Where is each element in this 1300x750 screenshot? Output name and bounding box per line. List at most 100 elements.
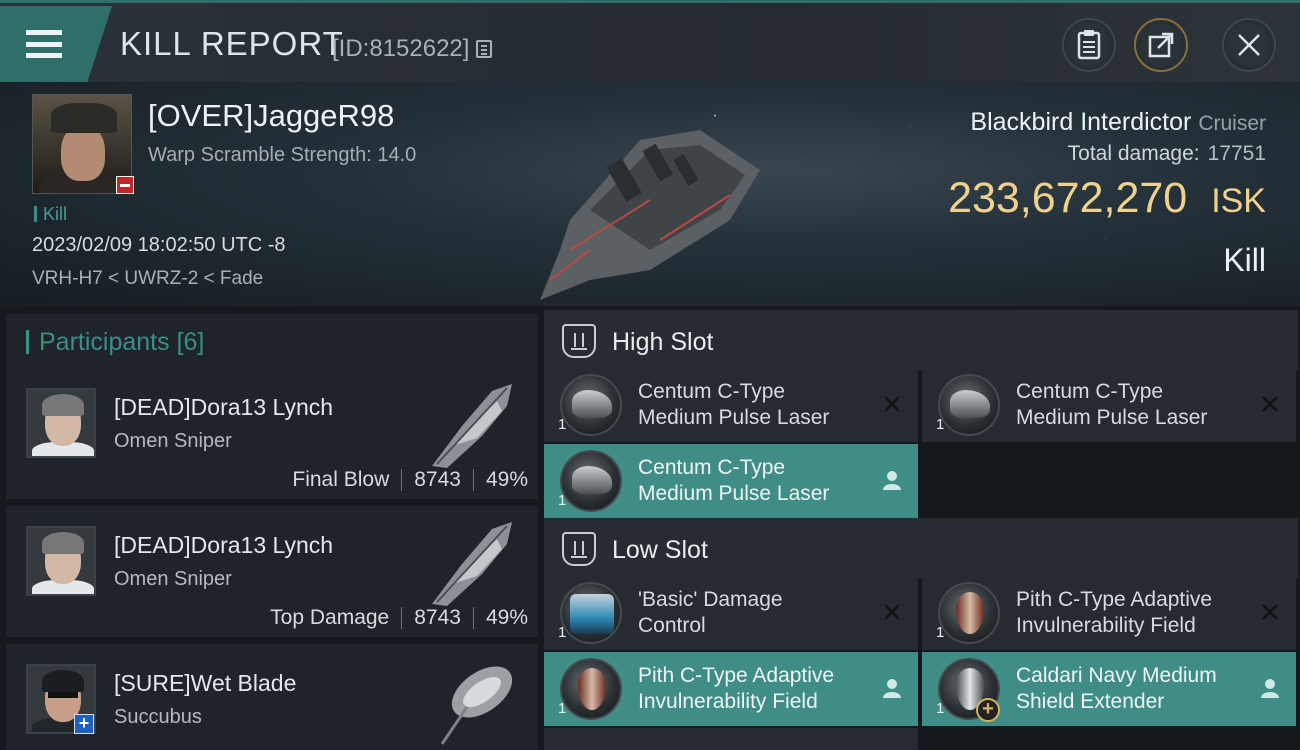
participants-panel: Participants [6] [DEAD]Dora13 Lynch Omen… xyxy=(0,306,540,750)
victim-ship-name[interactable]: Blackbird Interdictor Cruiser xyxy=(970,108,1266,137)
module-item[interactable] xyxy=(544,728,918,750)
participant-percent: 49% xyxy=(485,606,528,629)
participant-damage: 8743 xyxy=(414,606,461,629)
pulse-laser-icon xyxy=(938,374,1000,436)
low-slot-label: Low Slot xyxy=(612,536,708,564)
menu-button[interactable] xyxy=(0,6,112,82)
damage-control-icon xyxy=(560,582,622,644)
clipboard-button[interactable] xyxy=(1062,18,1116,72)
report-id-text: [ID:8152622] xyxy=(332,35,470,62)
pulse-laser-icon xyxy=(560,450,622,512)
participants-label: Participants [6] xyxy=(26,328,205,356)
close-button[interactable] xyxy=(1222,18,1276,72)
module-qty: 1 xyxy=(936,624,945,641)
module-name: Pith C-Type Adaptive Invulnerability Fie… xyxy=(638,664,835,713)
high-slot-header: High Slot xyxy=(544,310,1298,370)
report-id[interactable]: [ID:8152622] xyxy=(332,35,493,63)
module-item[interactable]: + 1 Caldari Navy Medium Shield Extender xyxy=(922,652,1296,726)
module-item[interactable]: 1 'Basic' Damage Control xyxy=(544,576,918,650)
participant-ship: Succubus xyxy=(114,706,202,728)
participant-ship: Omen Sniper xyxy=(114,568,232,590)
isk-value: 233,672,270 ISK xyxy=(948,174,1266,223)
clipboard-icon xyxy=(1077,30,1101,60)
participant-name: [DEAD]Dora13 Lynch xyxy=(114,394,334,420)
shield-extender-icon: + xyxy=(938,658,1000,722)
participant-avatar[interactable] xyxy=(26,526,96,596)
outcome-label: Kill xyxy=(1223,242,1266,278)
module-qty: 1 xyxy=(558,700,567,717)
ship-name-text: Blackbird Interdictor xyxy=(970,108,1192,136)
isk-amount: 233,672,270 xyxy=(948,174,1188,222)
participant-row[interactable]: + [SURE]Wet Blade Succubus xyxy=(6,644,538,750)
dropped-person-icon xyxy=(883,679,901,698)
ship-class: Cruiser xyxy=(1198,112,1266,135)
participant-ship: Omen Sniper xyxy=(114,430,232,452)
participants-header: Participants [6] xyxy=(6,314,538,370)
victim-panel: [OVER]JaggeR98 Warp Scramble Strength: 1… xyxy=(0,82,1300,306)
warp-scramble-strength: Warp Scramble Strength: 14.0 xyxy=(148,144,417,166)
dropped-person-icon xyxy=(883,471,901,490)
module-name: Centum C-Type Medium Pulse Laser xyxy=(638,380,830,429)
module-qty: 1 xyxy=(936,700,945,717)
pulse-laser-icon xyxy=(560,374,622,436)
module-name: Pith C-Type Adaptive Invulnerability Fie… xyxy=(1016,588,1213,637)
victim-ship-image xyxy=(540,130,760,300)
isk-unit: ISK xyxy=(1211,182,1266,220)
share-button[interactable] xyxy=(1134,18,1188,72)
participants-count: [6] xyxy=(176,328,205,356)
participant-ship-image xyxy=(432,384,512,468)
total-damage: Total damage: 17751 xyxy=(1068,142,1266,166)
invulnerability-field-icon xyxy=(560,658,622,720)
module-qty: 1 xyxy=(558,492,567,509)
copy-icon[interactable] xyxy=(476,40,493,58)
plus-icon: + xyxy=(976,698,1000,722)
close-icon xyxy=(1238,34,1260,56)
kill-location[interactable]: VRH-H7 < UWRZ-2 < Fade xyxy=(32,268,263,290)
high-slot-label: High Slot xyxy=(612,328,714,356)
module-name: Centum C-Type Medium Pulse Laser xyxy=(1016,380,1208,429)
participant-row[interactable]: [DEAD]Dora13 Lynch Omen Sniper Final Blo… xyxy=(6,368,538,500)
module-item[interactable]: 1 Centum C-Type Medium Pulse Laser xyxy=(544,368,918,442)
plus-badge-icon: + xyxy=(74,714,94,734)
participant-role: Top Damage xyxy=(270,606,390,629)
fitting-panel: High Slot 1 Centum C-Type Medium Pulse L… xyxy=(540,306,1300,750)
participant-ship-image xyxy=(432,522,512,606)
participant-name: [SURE]Wet Blade xyxy=(114,670,297,696)
destroyed-x-icon xyxy=(1262,604,1278,620)
top-bar: KILL REPORT [ID:8152622] xyxy=(0,0,1300,82)
module-name: Caldari Navy Medium Shield Extender xyxy=(1016,664,1217,713)
menu-icon xyxy=(26,30,62,58)
module-name: 'Basic' Damage Control xyxy=(638,588,783,637)
kill-datetime: 2023/02/09 18:02:50 UTC -8 xyxy=(32,234,286,256)
module-item[interactable]: 1 Centum C-Type Medium Pulse Laser xyxy=(544,444,918,518)
participant-name: [DEAD]Dora13 Lynch xyxy=(114,532,334,558)
participant-damage: 8743 xyxy=(414,468,461,491)
total-damage-label: Total damage: xyxy=(1067,142,1200,165)
total-damage-value: 17751 xyxy=(1207,142,1266,165)
destroyed-x-icon xyxy=(884,604,900,620)
module-qty: 1 xyxy=(558,624,567,641)
participant-role: Final Blow xyxy=(292,468,390,491)
invulnerability-field-icon xyxy=(938,582,1000,644)
participant-stats: Top Damage 8743 49% xyxy=(270,606,528,630)
victim-name[interactable]: [OVER]JaggeR98 xyxy=(148,98,394,134)
participant-avatar[interactable] xyxy=(26,388,96,458)
destroyed-x-icon xyxy=(1262,396,1278,412)
module-name: Centum C-Type Medium Pulse Laser xyxy=(638,456,830,505)
module-item[interactable]: 1 Pith C-Type Adaptive Invulnerability F… xyxy=(544,652,918,726)
page-title: KILL REPORT xyxy=(120,25,344,62)
module-item[interactable]: 1 Centum C-Type Medium Pulse Laser xyxy=(922,368,1296,442)
share-icon xyxy=(1148,32,1174,58)
destroyed-x-icon xyxy=(884,396,900,412)
module-item[interactable]: 1 Pith C-Type Adaptive Invulnerability F… xyxy=(922,576,1296,650)
participant-ship-image xyxy=(440,666,513,745)
participant-percent: 49% xyxy=(485,468,528,491)
kill-tag: Kill xyxy=(34,205,67,223)
module-qty: 1 xyxy=(558,416,567,433)
low-slot-header: Low Slot xyxy=(544,518,1298,578)
destroyed-badge-icon xyxy=(116,176,134,194)
high-slot-icon xyxy=(562,324,596,358)
participant-row[interactable]: [DEAD]Dora13 Lynch Omen Sniper Top Damag… xyxy=(6,506,538,638)
dropped-person-icon xyxy=(1261,679,1279,698)
module-qty: 1 xyxy=(936,416,945,433)
